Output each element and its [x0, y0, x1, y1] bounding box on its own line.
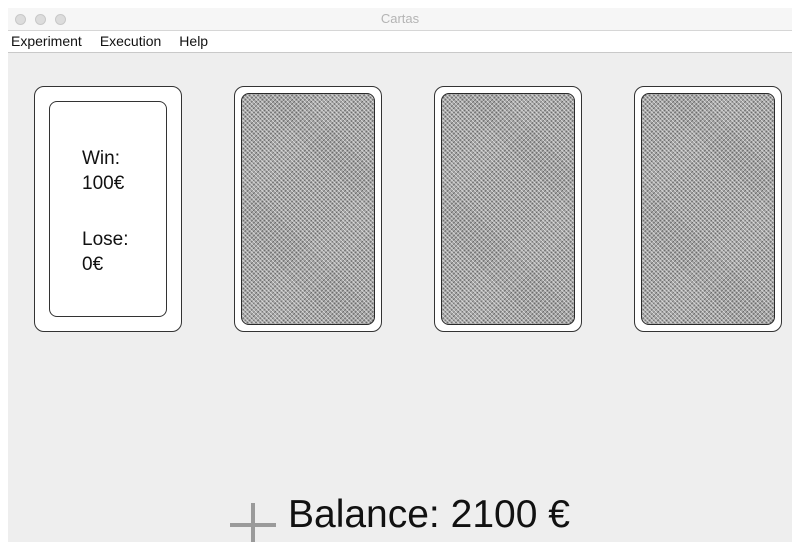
title-bar: Cartas — [8, 8, 792, 31]
card-back-pattern — [641, 93, 775, 325]
card-face — [49, 101, 167, 317]
balance-display: Balance: 2100 € — [230, 490, 570, 542]
menu-bar: Experiment Execution Help — [8, 31, 792, 53]
menu-experiment[interactable]: Experiment — [8, 31, 91, 52]
card-back-pattern — [441, 93, 575, 325]
card-revealed[interactable]: Win: 100€ Lose: 0€ — [34, 86, 182, 332]
app-window: Cartas Experiment Execution Help Win: 10… — [8, 8, 792, 542]
plus-icon — [230, 503, 276, 542]
card-win-value: 100€ — [82, 173, 125, 194]
balance-label: Balance: — [288, 493, 440, 536]
card-lose-value: 0€ — [82, 254, 104, 275]
window-title: Cartas — [380, 11, 420, 26]
menu-help[interactable]: Help — [170, 31, 217, 52]
card-win-label: Win: — [82, 148, 120, 169]
menu-execution[interactable]: Execution — [91, 31, 170, 52]
balance-value: 2100 € — [450, 493, 570, 536]
card-face-down-2[interactable] — [434, 86, 582, 332]
card-face-down-3[interactable] — [634, 86, 782, 332]
card-back-pattern — [241, 93, 375, 325]
card-lose-label: Lose: — [82, 229, 129, 250]
balance-text: Balance: 2100 € — [288, 493, 570, 537]
card-face-down-1[interactable] — [234, 86, 382, 332]
